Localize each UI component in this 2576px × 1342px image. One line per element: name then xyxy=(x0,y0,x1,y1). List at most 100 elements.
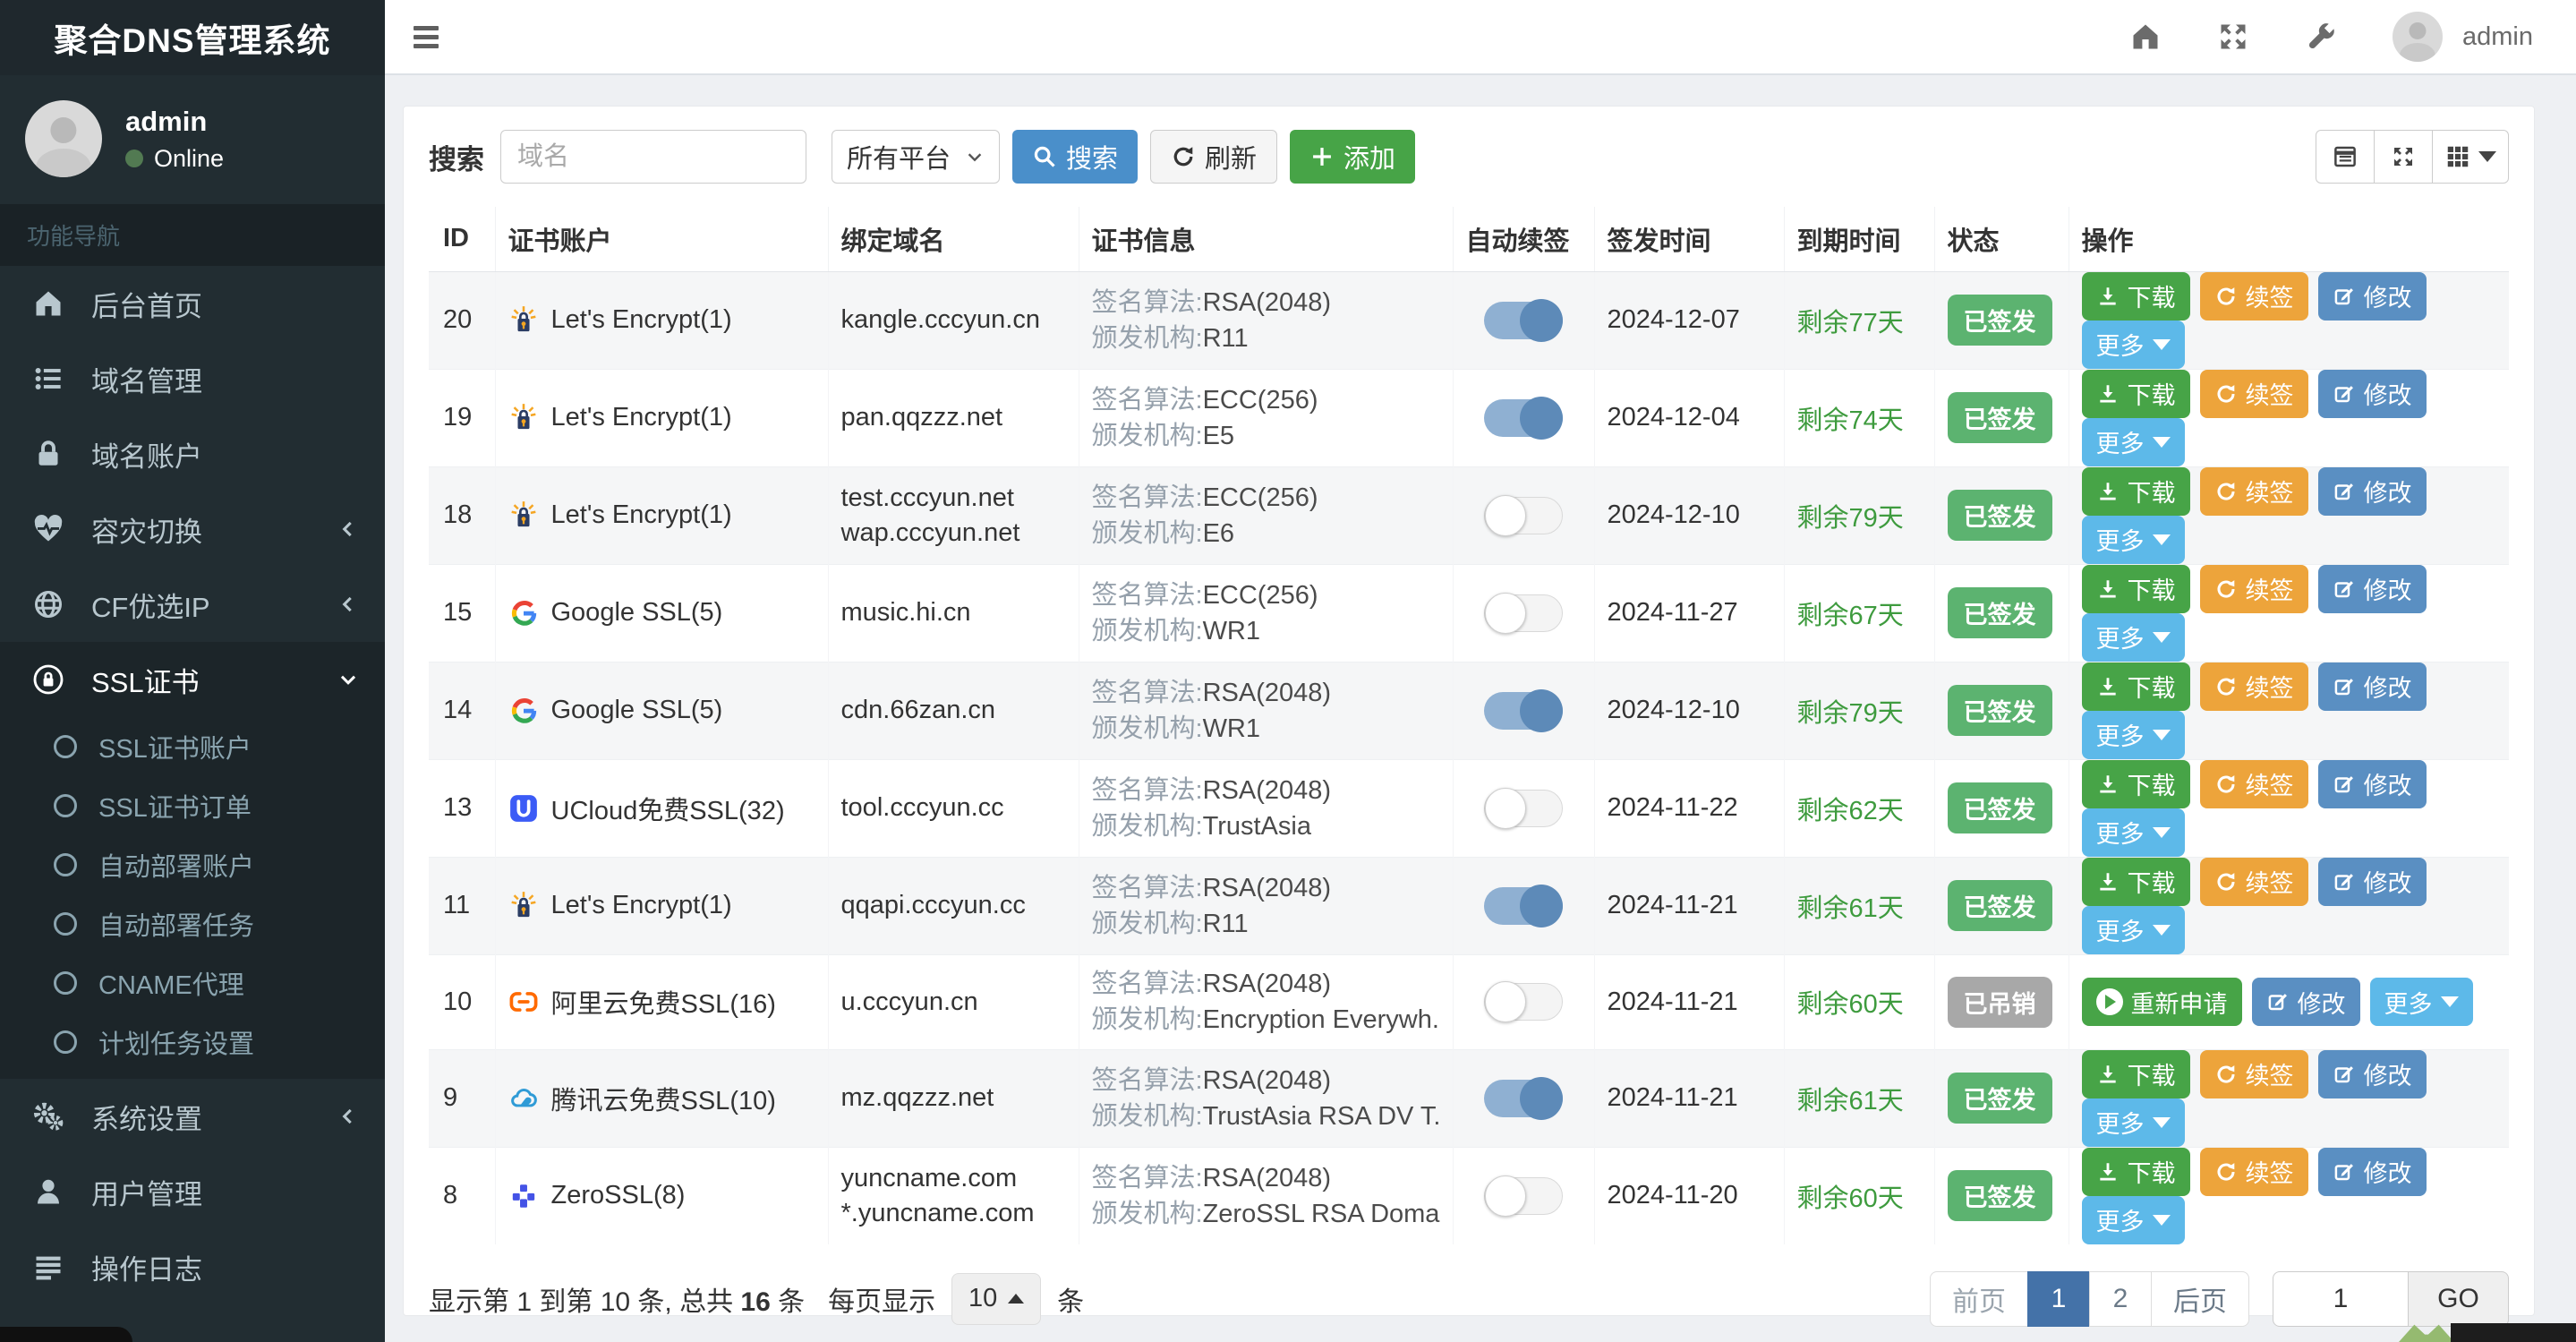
download-button[interactable]: 下载 xyxy=(2081,1147,2190,1196)
sidebar-item-operation-logs[interactable]: 操作日志 xyxy=(0,1229,385,1304)
download-button[interactable]: 下载 xyxy=(2081,1049,2190,1098)
account: 腾讯云免费SSL(10) xyxy=(508,1080,815,1117)
more-button[interactable]: 更多 xyxy=(2081,905,2185,954)
prev-page-button[interactable]: 前页 xyxy=(1930,1270,2028,1327)
sidebar-item-system-settings[interactable]: 系统设置 xyxy=(0,1079,385,1154)
download-button[interactable]: 下载 xyxy=(2081,662,2190,711)
status-badge: 已签发 xyxy=(1947,880,2052,931)
more-button[interactable]: 更多 xyxy=(2081,1098,2185,1147)
sidebar-subitem-ssl-orders[interactable]: SSL证书订单 xyxy=(0,776,385,835)
sidebar-item-user-manage[interactable]: 用户管理 xyxy=(0,1154,385,1229)
go-button[interactable]: GO xyxy=(2409,1270,2509,1327)
auto-renew-toggle[interactable] xyxy=(1484,396,1563,440)
edit-button[interactable]: 修改 xyxy=(2251,978,2360,1026)
cert-algo-value: RSA(2048) xyxy=(1202,678,1332,707)
sidebar-item-cf-ip[interactable]: CF优选IP xyxy=(0,567,385,642)
download-button[interactable]: 下载 xyxy=(2081,271,2190,321)
page-button-2[interactable]: 2 xyxy=(2089,1270,2152,1327)
edit-button[interactable]: 修改 xyxy=(2317,1049,2427,1098)
toggle-knob xyxy=(1520,396,1563,440)
more-button[interactable]: 更多 xyxy=(2081,515,2185,564)
table-fullscreen-button[interactable] xyxy=(2374,130,2433,184)
renew-label: 续签 xyxy=(2245,870,2294,897)
edit-button[interactable]: 修改 xyxy=(2317,662,2427,711)
circle-o-icon xyxy=(54,971,77,995)
auto-renew-toggle[interactable] xyxy=(1484,298,1563,342)
wrench-icon[interactable] xyxy=(2305,21,2337,53)
download-button[interactable]: 下载 xyxy=(2081,369,2190,418)
auto-renew-toggle[interactable] xyxy=(1484,1175,1563,1217)
more-button[interactable]: 更多 xyxy=(2081,808,2185,857)
renew-button[interactable]: 续签 xyxy=(2199,1049,2308,1098)
page-jump-input[interactable] xyxy=(2273,1270,2409,1327)
home-icon[interactable] xyxy=(2129,21,2162,53)
renew-button[interactable]: 续签 xyxy=(2199,759,2308,808)
more-button[interactable]: 更多 xyxy=(2081,320,2185,369)
auto-renew-toggle[interactable] xyxy=(1484,688,1563,732)
renew-button[interactable]: 续签 xyxy=(2199,369,2308,418)
cert-issuer-value: E5 xyxy=(1202,421,1235,450)
edit-button[interactable]: 修改 xyxy=(2317,759,2427,808)
auto-renew-toggle[interactable] xyxy=(1484,884,1563,927)
edit-button[interactable]: 修改 xyxy=(2317,271,2427,321)
edit-button[interactable]: 修改 xyxy=(2317,369,2427,418)
download-button[interactable]: 下载 xyxy=(2081,857,2190,906)
more-button[interactable]: 更多 xyxy=(2369,978,2473,1026)
sidebar-item-home[interactable]: 后台首页 xyxy=(0,266,385,341)
renew-button[interactable]: 续签 xyxy=(2199,1147,2308,1196)
renew-button[interactable]: 续签 xyxy=(2199,271,2308,321)
next-page-button[interactable]: 后页 xyxy=(2151,1270,2249,1327)
column-header-8: 操作 xyxy=(2068,207,2509,272)
domain: tool.cccyun.cc xyxy=(840,793,1004,822)
more-button[interactable]: 更多 xyxy=(2081,1195,2185,1244)
renew-button[interactable]: 续签 xyxy=(2199,662,2308,711)
edit-button[interactable]: 修改 xyxy=(2317,564,2427,613)
auto-renew-toggle[interactable] xyxy=(1484,1076,1563,1120)
platform-select[interactable]: 所有平台 xyxy=(832,130,1000,184)
auto-renew-toggle[interactable] xyxy=(1484,494,1563,536)
auto-renew-toggle[interactable] xyxy=(1484,981,1563,1022)
renew-button[interactable]: 续签 xyxy=(2199,564,2308,613)
more-button[interactable]: 更多 xyxy=(2081,612,2185,662)
sidebar-item-domain-accounts[interactable]: 域名账户 xyxy=(0,416,385,491)
refresh-button[interactable]: 刷新 xyxy=(1150,130,1278,184)
more-button[interactable]: 更多 xyxy=(2081,710,2185,759)
search-input[interactable] xyxy=(500,130,806,184)
sidebar-item-domain-manage[interactable]: 域名管理 xyxy=(0,341,385,416)
search-button[interactable]: 搜索 xyxy=(1012,130,1139,184)
renew-label: 续签 xyxy=(2245,1063,2294,1090)
user-status-label: Online xyxy=(154,144,225,172)
sidebar-subitem-deploy-accounts[interactable]: 自动部署账户 xyxy=(0,835,385,894)
cert-issuer-label: 颁发机构: xyxy=(1091,909,1203,938)
grid-columns-button[interactable] xyxy=(2432,130,2509,184)
reapply-button[interactable]: 重新申请 xyxy=(2081,978,2242,1026)
sidebar-subitem-cname-proxy[interactable]: CNAME代理 xyxy=(0,953,385,1013)
add-button[interactable]: 添加 xyxy=(1290,130,1416,184)
download-button[interactable]: 下载 xyxy=(2081,466,2190,516)
auto-renew-toggle[interactable] xyxy=(1484,592,1563,634)
renew-button[interactable]: 续签 xyxy=(2199,466,2308,516)
edit-button[interactable]: 修改 xyxy=(2317,857,2427,906)
cert-issuer: 颁发机构:TrustAsia xyxy=(1092,808,1440,844)
sidebar-item-failover[interactable]: 容灾切换 xyxy=(0,491,385,567)
cert-issuer-label: 颁发机构: xyxy=(1091,714,1203,743)
sidebar-subitem-cron-settings[interactable]: 计划任务设置 xyxy=(0,1013,385,1072)
download-button[interactable]: 下载 xyxy=(2081,564,2190,613)
edit-button[interactable]: 修改 xyxy=(2317,466,2427,516)
sidebar-toggle-icon[interactable] xyxy=(414,21,439,53)
page-button-1[interactable]: 1 xyxy=(2027,1270,2090,1327)
edit-button[interactable]: 修改 xyxy=(2317,1147,2427,1196)
renew-button[interactable]: 续签 xyxy=(2199,857,2308,906)
more-button[interactable]: 更多 xyxy=(2081,417,2185,466)
ucloud-provider-icon xyxy=(508,793,539,824)
auto-renew-toggle[interactable] xyxy=(1484,787,1563,829)
download-button[interactable]: 下载 xyxy=(2081,759,2190,808)
sidebar-subitem-ssl-accounts[interactable]: SSL证书账户 xyxy=(0,717,385,776)
fullscreen-icon[interactable] xyxy=(2217,21,2249,53)
columns-view-button[interactable] xyxy=(2316,130,2375,184)
sidebar-subitem-deploy-tasks[interactable]: 自动部署任务 xyxy=(0,894,385,953)
per-page-select[interactable]: 10 xyxy=(951,1272,1042,1325)
column-header-3: 证书信息 xyxy=(1078,207,1453,272)
sidebar-item-ssl-cert[interactable]: SSL证书 xyxy=(0,642,385,717)
topbar-user-menu[interactable]: admin xyxy=(2393,12,2533,62)
